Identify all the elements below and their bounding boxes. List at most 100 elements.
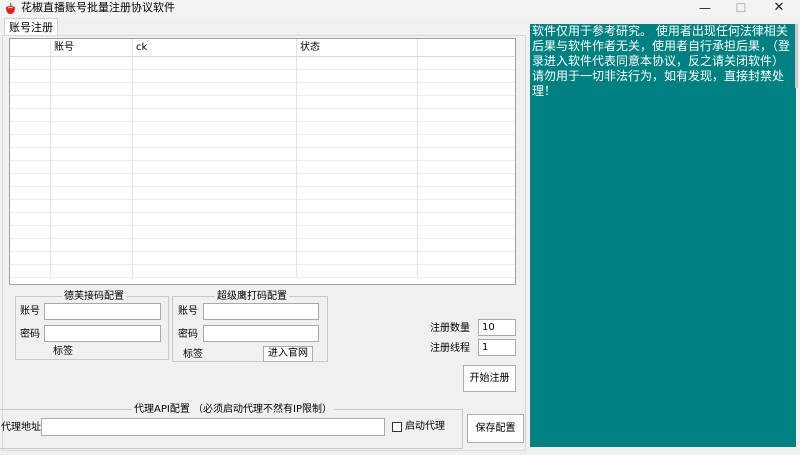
table-row[interactable] [10,121,515,135]
table-cell [418,173,515,186]
table-cell [51,173,133,186]
table-cell [51,186,133,199]
table-row[interactable] [10,82,515,96]
table-cell [297,147,418,160]
account-table[interactable]: 账号 ck 状态 [9,38,516,285]
chaojiying-tag-label: 标签 [183,349,203,360]
table-cell [133,225,297,238]
column-header-account[interactable]: 账号 [51,39,133,56]
table-cell [51,264,133,277]
table-row[interactable] [10,264,515,278]
table-cell [133,186,297,199]
table-cell [297,225,418,238]
table-cell [51,69,133,82]
dexiao-account-input[interactable] [44,303,161,320]
table-cell [51,212,133,225]
tab-account-register[interactable]: 账号注册 [4,18,58,36]
window-title: 花椒直播账号批量注册协议软件 [21,1,175,14]
table-cell [297,134,418,147]
table-cell [133,95,297,108]
table-row[interactable] [10,160,515,174]
proxy-config-title: 代理API配置 （必须启动代理不然有IP限制） [132,403,334,416]
table-cell [10,95,51,108]
enable-proxy-checkbox[interactable] [392,422,402,432]
table-cell [418,186,515,199]
save-config-button[interactable]: 保存配置 [467,414,524,443]
table-row[interactable] [10,69,515,83]
table-row[interactable] [10,173,515,187]
minimize-button[interactable]: — [688,0,722,16]
register-count-input[interactable] [478,319,516,336]
table-cell [51,160,133,173]
table-row[interactable] [10,225,515,239]
proxy-address-label: 代理地址 [1,422,41,433]
table-row[interactable] [10,134,515,148]
start-register-button[interactable]: 开始注册 [463,365,516,392]
table-cell [418,56,515,69]
table-cell [418,82,515,95]
table-row[interactable] [10,238,515,252]
dexiao-password-input[interactable] [44,325,161,342]
table-cell [133,238,297,251]
register-threads-input[interactable] [478,339,516,356]
table-cell [133,251,297,264]
table-cell [297,264,418,277]
table-header-row: 账号 ck 状态 [10,39,515,57]
table-cell [418,69,515,82]
table-row[interactable] [10,199,515,213]
table-row[interactable] [10,56,515,70]
table-cell [297,251,418,264]
table-cell [297,160,418,173]
table-cell [418,212,515,225]
maximize-button[interactable]: ☐ [724,0,758,16]
table-cell [10,147,51,160]
table-cell [133,134,297,147]
table-cell [10,238,51,251]
table-cell [133,121,297,134]
table-row[interactable] [10,251,515,265]
proxy-address-input[interactable] [41,418,385,436]
table-cell [133,160,297,173]
table-cell [10,121,51,134]
table-cell [133,147,297,160]
chaojiying-account-label: 账号 [178,306,198,317]
close-button[interactable]: ✕ [762,0,796,16]
table-cell [133,199,297,212]
column-header-status[interactable]: 状态 [297,39,418,56]
table-cell [418,225,515,238]
column-header-index[interactable] [10,39,51,56]
table-cell [10,199,51,212]
table-row[interactable] [10,186,515,200]
table-cell [418,264,515,277]
enable-proxy-label: 启动代理 [405,421,445,432]
chaojiying-account-input[interactable] [203,303,319,320]
table-row[interactable] [10,212,515,226]
register-threads-label: 注册线程 [430,343,470,354]
notice-panel: 软件仅用于参考研究。 使用者出现任何法律相关后果与软件作者无关，使用者自行承担后… [530,24,796,447]
enter-website-button[interactable]: 进入官网 [263,346,313,362]
table-cell [51,147,133,160]
table-cell [133,82,297,95]
table-row[interactable] [10,95,515,109]
column-header-extra[interactable] [418,39,515,56]
table-cell [418,147,515,160]
column-header-ck[interactable]: ck [133,39,297,56]
table-cell [418,251,515,264]
table-cell [418,238,515,251]
app-window: { "window": { "title": "花椒直播账号批量注册协议软件",… [0,0,800,455]
table-cell [133,173,297,186]
table-cell [10,173,51,186]
table-cell [297,69,418,82]
table-cell [51,238,133,251]
table-cell [51,56,133,69]
table-cell [297,108,418,121]
table-cell [297,238,418,251]
table-row[interactable] [10,147,515,161]
notice-scrollbar[interactable] [795,24,798,88]
chaojiying-password-input[interactable] [203,325,319,342]
table-cell [418,95,515,108]
chaojiying-config-title: 超级鹰打码配置 [215,290,289,303]
dexiao-password-label: 密码 [20,329,40,340]
table-cell [297,95,418,108]
table-row[interactable] [10,108,515,122]
